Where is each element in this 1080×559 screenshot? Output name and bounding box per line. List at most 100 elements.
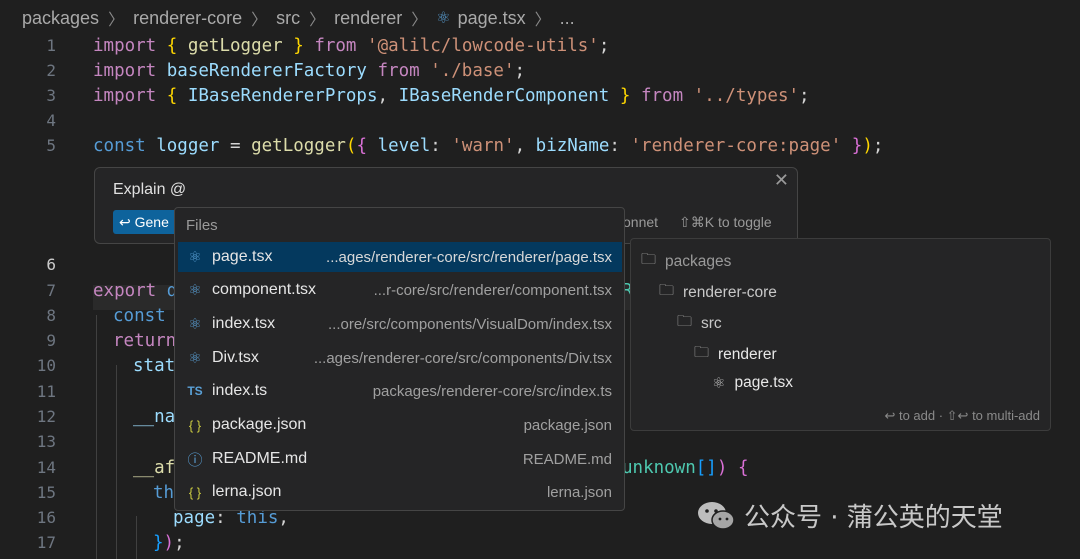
- code-token: baseRendererFactory: [166, 60, 367, 81]
- breadcrumb-item-file[interactable]: page.tsx: [458, 8, 526, 29]
- line-number: 7: [46, 281, 56, 300]
- code-line[interactable]: 2 import baseRendererFactory from './bas…: [0, 58, 1080, 83]
- code-token: 'warn': [451, 135, 515, 156]
- file-path: packages/renderer-core/src/index.ts: [372, 382, 612, 400]
- code-token: }: [851, 135, 863, 156]
- code-line[interactable]: 4: [0, 108, 1080, 133]
- code-token: }: [293, 35, 304, 56]
- code-text: th: [153, 483, 174, 503]
- json-icon: { }: [188, 417, 202, 433]
- code-token: :: [609, 135, 620, 156]
- react-icon: ⚛: [188, 350, 202, 367]
- react-icon: ⚛: [436, 10, 451, 27]
- code-token: __na: [133, 406, 176, 427]
- code-text: import baseRendererFactory from './base'…: [93, 61, 525, 81]
- toggle-hint: ⇧⌘K to toggle: [679, 214, 772, 230]
- code-line[interactable]: 5 const logger = getLogger({ level: 'war…: [0, 133, 1080, 158]
- file-name: index.ts: [212, 382, 268, 399]
- file-path: README.md: [522, 450, 612, 468]
- code-text: import { IBaseRendererProps, IBaseRender…: [93, 86, 810, 106]
- code-text: __na: [133, 407, 175, 427]
- code-token: IBaseRendererProps: [187, 85, 378, 106]
- code-token: {: [166, 35, 178, 56]
- code-line[interactable]: 1 import { getLogger } from '@alilc/lowc…: [0, 33, 1080, 58]
- files-popup: Files ⚛ page.tsx ...ages/renderer-core/s…: [174, 207, 625, 511]
- code-token: getLogger: [251, 135, 346, 156]
- folder-icon: 🗀: [641, 251, 657, 268]
- code-token: th: [153, 482, 175, 503]
- code-token: stat: [133, 355, 176, 376]
- json-icon: { }: [188, 484, 202, 500]
- line-number: 12: [36, 407, 56, 426]
- code-token: ;: [598, 35, 610, 56]
- chevron-right-icon: 〉: [108, 12, 125, 29]
- tree-node-page-tsx[interactable]: ⚛ page.tsx: [712, 374, 793, 392]
- code-text: __af: [133, 458, 175, 478]
- code-text: import { getLogger } from '@alilc/lowcod…: [93, 36, 609, 56]
- chevron-right-icon: 〉: [534, 12, 551, 29]
- file-path: ...r-core/src/renderer/component.tsx: [373, 281, 612, 299]
- file-item[interactable]: ⚛ component.tsx ...r-core/src/renderer/c…: [178, 275, 622, 305]
- inline-chat-input[interactable]: Explain @: [113, 181, 186, 199]
- file-item[interactable]: ⚛ Div.tsx ...ages/renderer-core/src/comp…: [178, 343, 622, 373]
- wechat-logo-icon: [698, 501, 735, 530]
- line-number: 16: [36, 508, 56, 527]
- code-text: export d: [93, 281, 177, 301]
- react-icon: ⚛: [188, 249, 202, 266]
- code-token: import: [93, 60, 157, 81]
- code-token: :: [430, 135, 441, 156]
- tree-node-packages[interactable]: 🗀 packages: [641, 249, 731, 274]
- code-token: from: [640, 85, 684, 106]
- file-name: page.tsx: [212, 248, 273, 265]
- code-token: '@alilc/lowcode-utils': [367, 35, 599, 56]
- line-number: 6: [46, 255, 56, 274]
- close-icon[interactable]: ✕: [774, 170, 789, 191]
- tree-node-renderer-core[interactable]: 🗀 renderer-core: [659, 280, 777, 305]
- tree-node-label: page.tsx: [734, 374, 794, 391]
- breadcrumb-item-renderer-core[interactable]: renderer-core: [133, 8, 242, 29]
- tree-node-label: renderer: [718, 345, 777, 363]
- tree-node-src[interactable]: 🗀 src: [677, 311, 722, 336]
- code-token: ): [862, 135, 873, 156]
- react-icon: ⚛: [712, 375, 726, 392]
- breadcrumb: packages 〉 renderer-core 〉 src 〉 rendere…: [0, 0, 1080, 36]
- files-header: Files: [186, 217, 218, 234]
- code-token: IBaseRenderComponent: [398, 85, 610, 106]
- breadcrumb-item-more[interactable]: ...: [560, 8, 575, 29]
- line-number: 5: [46, 136, 56, 155]
- file-item[interactable]: ⚛ page.tsx ...ages/renderer-core/src/ren…: [178, 242, 622, 272]
- line-number: 10: [36, 356, 56, 375]
- breadcrumb-item-src[interactable]: src: [276, 8, 300, 29]
- react-icon: ⚛: [188, 316, 202, 333]
- file-item[interactable]: ⚛ index.tsx ...ore/src/components/Visual…: [178, 309, 622, 339]
- line-number: 3: [46, 86, 56, 105]
- line-number: 11: [36, 382, 56, 401]
- breadcrumb-item-renderer[interactable]: renderer: [334, 8, 402, 29]
- file-path: lerna.json: [546, 483, 612, 501]
- code-text: return: [113, 331, 176, 351]
- line-number: 2: [46, 61, 56, 80]
- breadcrumb-item-packages[interactable]: packages: [22, 8, 99, 29]
- file-item[interactable]: ⓘ README.md README.md: [178, 444, 622, 474]
- file-path: package.json: [523, 416, 612, 434]
- line-number: 1: [46, 36, 56, 55]
- tree-node-label: packages: [665, 252, 732, 270]
- code-token: bizName: [535, 135, 610, 156]
- file-item[interactable]: { } lerna.json lerna.json: [178, 477, 622, 507]
- code-token: __af: [133, 457, 176, 478]
- generate-button[interactable]: ↩ Gene: [113, 210, 183, 234]
- code-token: ;: [799, 85, 810, 106]
- file-name: README.md: [212, 450, 308, 467]
- tree-node-renderer[interactable]: 🗀 renderer: [694, 342, 777, 367]
- file-item[interactable]: { } package.json package.json: [178, 410, 622, 440]
- code-token: (: [345, 135, 357, 156]
- model-selector[interactable]: onnet: [623, 214, 658, 230]
- code-line[interactable]: 3 import { IBaseRendererProps, IBaseRend…: [0, 83, 1080, 108]
- code-token: return: [113, 330, 177, 351]
- line-number: 14: [36, 458, 56, 477]
- tree-node-label: renderer-core: [683, 283, 777, 301]
- code-token: =: [230, 135, 241, 156]
- code-text: const logger = getLogger({ level: 'warn'…: [93, 136, 883, 156]
- file-item[interactable]: TS index.ts packages/renderer-core/src/i…: [178, 376, 622, 406]
- code-token: {: [166, 85, 178, 106]
